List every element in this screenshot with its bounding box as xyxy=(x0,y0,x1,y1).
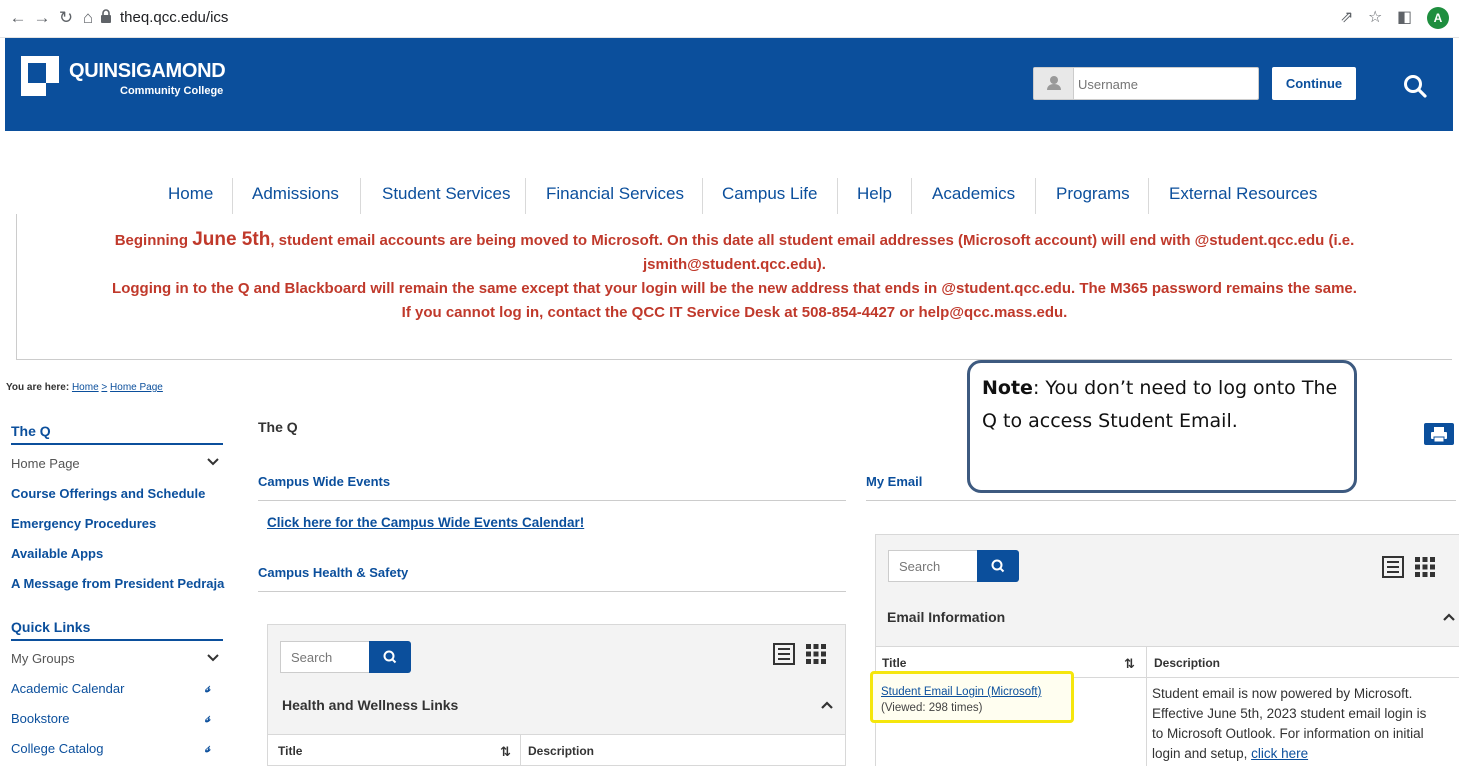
chevron-down-icon[interactable] xyxy=(207,458,219,466)
announcement-line-3: Logging in to the Q and Blackboard will … xyxy=(112,280,1357,297)
user-icon xyxy=(1034,68,1074,99)
breadcrumb-home[interactable]: Home xyxy=(72,382,99,393)
sidebar-item-course-offerings[interactable]: Course Offerings and Schedule xyxy=(11,486,205,501)
setup-info-link[interactable]: click here xyxy=(1251,746,1308,761)
search-icon xyxy=(383,650,397,664)
profile-avatar[interactable]: A xyxy=(1427,7,1449,29)
nav-external-resources[interactable]: External Resources xyxy=(1169,184,1317,204)
nav-help[interactable]: Help xyxy=(857,184,892,204)
sidebar-item-college-catalog[interactable]: College Catalog xyxy=(11,741,104,756)
health-safety-title: Campus Health & Safety xyxy=(258,565,409,580)
sidebar-item-home-page[interactable]: Home Page xyxy=(11,456,80,471)
username-field[interactable] xyxy=(1033,67,1259,100)
view-count: (Viewed: 298 times) xyxy=(881,702,983,714)
note-text: : You don’t need to log onto The Q to ac… xyxy=(982,377,1338,432)
breadcrumb-label: You are here: xyxy=(6,382,70,393)
list-view-icon[interactable] xyxy=(1382,556,1404,578)
my-email-title: My Email xyxy=(866,474,923,489)
sidebar-item-president-message[interactable]: A Message from President Pedraja xyxy=(11,576,224,591)
nav-home[interactable]: Home xyxy=(168,184,213,204)
grid-view-icon[interactable] xyxy=(805,643,827,665)
announcement-line-1: Beginning June 5th, student email accoun… xyxy=(114,229,1355,250)
bookmark-star-icon[interactable]: ☆ xyxy=(1368,7,1382,27)
brand-name[interactable]: QUINSIGAMOND xyxy=(69,60,226,83)
campus-events-title: Campus Wide Events xyxy=(258,474,391,489)
sidebar-item-my-groups[interactable]: My Groups xyxy=(11,651,75,666)
search-icon xyxy=(991,559,1005,573)
chevron-down-icon[interactable] xyxy=(207,654,219,662)
site-header: QUINSIGAMOND Community College Continue xyxy=(5,38,1453,131)
share-icon[interactable]: ⇗ xyxy=(1340,7,1353,27)
student-email-row-highlight: Student Email Login (Microsoft) (Viewed:… xyxy=(870,671,1074,723)
sidebar-item-available-apps[interactable]: Available Apps xyxy=(11,546,103,561)
email-search-button[interactable] xyxy=(977,550,1019,582)
username-input[interactable] xyxy=(1078,73,1248,95)
sidebar-heading-the-q: The Q xyxy=(11,423,51,439)
email-section-title: Email Information xyxy=(887,609,1006,625)
announcement-line-4: If you cannot log in, contact the QCC IT… xyxy=(401,304,1068,321)
grid-view-icon[interactable] xyxy=(1414,556,1436,578)
nav-academics[interactable]: Academics xyxy=(932,184,1015,204)
sort-icon[interactable]: ⇅ xyxy=(500,744,511,760)
announcement-banner: Beginning June 5th, student email accoun… xyxy=(16,214,1452,360)
side-panel-icon[interactable]: ◧ xyxy=(1397,7,1412,27)
nav-campus-life[interactable]: Campus Life xyxy=(722,184,817,204)
brand-subtitle: Community College xyxy=(120,85,224,97)
col-description: Description xyxy=(528,744,595,758)
health-table-header: Title ⇅ Description xyxy=(268,734,845,766)
health-panel: Search Health and Wellness Links Title ⇅… xyxy=(267,624,846,766)
health-search-input[interactable]: Search xyxy=(280,641,370,673)
forward-icon[interactable]: → xyxy=(30,6,54,30)
address-bar[interactable]: theq.qcc.edu/ics xyxy=(120,9,228,26)
main-title: The Q xyxy=(258,419,298,435)
lock-icon xyxy=(101,9,111,23)
nav-admissions[interactable]: Admissions xyxy=(252,184,339,204)
back-icon[interactable]: ← xyxy=(6,6,30,30)
nav-programs[interactable]: Programs xyxy=(1056,184,1130,204)
note-label: Note xyxy=(982,377,1033,399)
nav-student-services[interactable]: Student Services xyxy=(382,184,511,204)
reload-icon[interactable]: ↻ xyxy=(54,6,78,30)
health-section-title: Health and Wellness Links xyxy=(282,697,459,713)
list-view-icon[interactable] xyxy=(773,643,795,665)
printer-icon xyxy=(1431,427,1447,443)
link-icon: 𝓈 xyxy=(205,709,211,725)
student-email-login-link[interactable]: Student Email Login (Microsoft) xyxy=(881,686,1041,698)
breadcrumb: You are here: Home > Home Page xyxy=(6,382,163,393)
note-callout: Note: You don’t need to log onto The Q t… xyxy=(967,360,1357,493)
link-icon: 𝓈 xyxy=(205,679,211,695)
sidebar-item-bookstore[interactable]: Bookstore xyxy=(11,711,70,726)
main-nav: Home Admissions Student Services Financi… xyxy=(0,178,1459,214)
home-icon[interactable]: ⌂ xyxy=(76,6,100,30)
print-button[interactable] xyxy=(1424,423,1454,445)
sidebar-heading-quick-links: Quick Links xyxy=(11,619,91,635)
health-search-button[interactable] xyxy=(369,641,411,673)
continue-button[interactable]: Continue xyxy=(1272,67,1356,100)
col-title[interactable]: Title xyxy=(882,656,906,670)
sort-icon[interactable]: ⇅ xyxy=(1124,656,1135,672)
breadcrumb-page[interactable]: Home Page xyxy=(110,382,163,393)
email-search-input[interactable]: Search xyxy=(888,550,978,582)
col-description: Description xyxy=(1154,656,1221,670)
col-title[interactable]: Title xyxy=(278,744,302,758)
announcement-line-2: jsmith@student.qcc.edu). xyxy=(643,256,826,273)
email-row-description: Student email is now powered by Microsof… xyxy=(1152,686,1427,761)
link-icon: 𝓈 xyxy=(205,739,211,755)
nav-financial-services[interactable]: Financial Services xyxy=(546,184,684,204)
sidebar-item-academic-calendar[interactable]: Academic Calendar xyxy=(11,681,124,696)
sidebar-item-emergency-procedures[interactable]: Emergency Procedures xyxy=(11,516,156,531)
campus-events-calendar-link[interactable]: Click here for the Campus Wide Events Ca… xyxy=(267,515,584,530)
browser-toolbar: ← → ↻ ⌂ theq.qcc.edu/ics ⇗ ☆ ◧ A xyxy=(0,0,1459,38)
search-icon[interactable] xyxy=(1402,73,1428,99)
chevron-up-icon[interactable] xyxy=(1443,613,1455,621)
breadcrumb-sep: > xyxy=(101,382,108,393)
qcc-logo-icon[interactable] xyxy=(21,56,59,96)
chevron-up-icon[interactable] xyxy=(821,701,833,709)
